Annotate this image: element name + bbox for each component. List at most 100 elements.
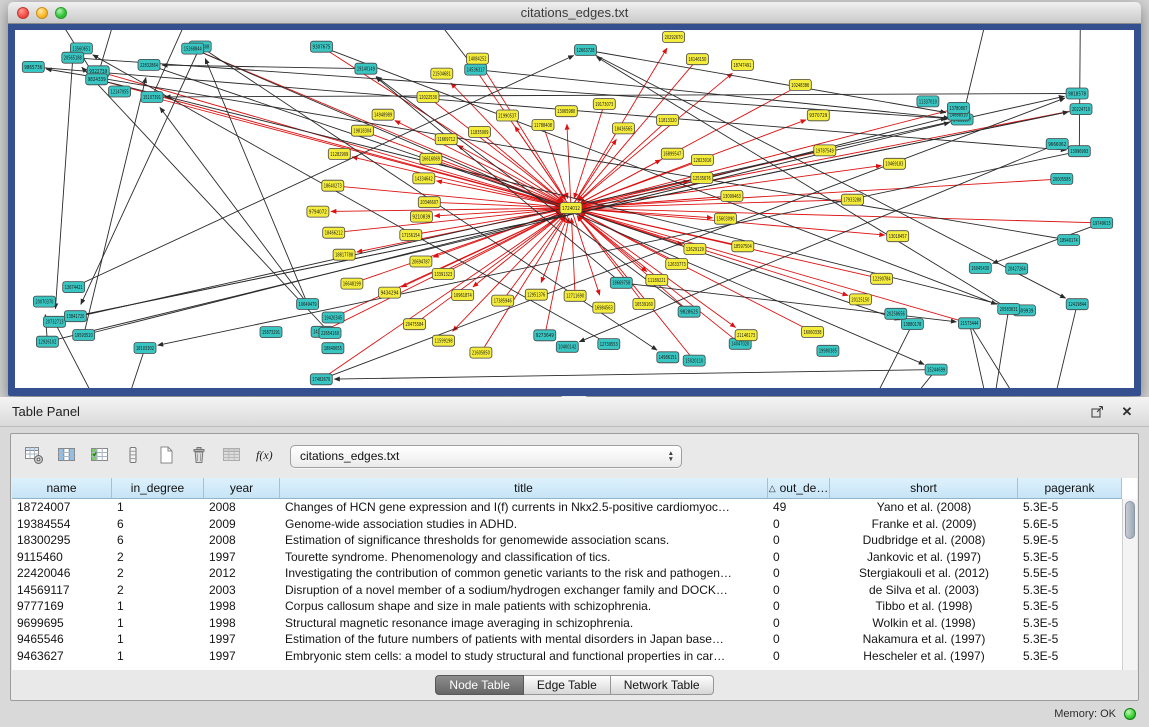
table-row[interactable]: 1872400712008Changes of HCN gene express… bbox=[12, 499, 1122, 516]
graph-node[interactable]: 15244699 bbox=[925, 364, 947, 375]
graph-node[interactable]: 20005585 bbox=[1051, 173, 1073, 184]
graph-node[interactable]: 20258656 bbox=[885, 308, 907, 319]
graph-node[interactable]: 17385946 bbox=[492, 295, 514, 306]
graph-node[interactable]: 15873291 bbox=[260, 327, 282, 338]
new-network-from-table-button[interactable] bbox=[151, 442, 181, 470]
table-row[interactable]: 977716911998Corpus callosum shape and si… bbox=[12, 598, 1122, 615]
graph-node[interactable]: 17156154 bbox=[400, 230, 422, 241]
graph-node[interactable]: 18840655 bbox=[322, 343, 344, 354]
graph-node[interactable]: 22654160 bbox=[319, 328, 341, 339]
graph-node[interactable]: 20475584 bbox=[404, 319, 426, 330]
graph-node[interactable]: 9794072 bbox=[307, 206, 329, 217]
graph-node[interactable]: 12022530 bbox=[417, 92, 439, 103]
graph-node[interactable]: 15268844 bbox=[182, 43, 204, 54]
graph-node[interactable]: 12629129 bbox=[684, 244, 706, 255]
graph-node[interactable]: 14334642 bbox=[413, 173, 435, 184]
graph-node[interactable]: 21146173 bbox=[735, 330, 757, 341]
graph-node[interactable]: 13880178 bbox=[901, 319, 923, 330]
graph-node[interactable]: 13996993 bbox=[1068, 146, 1090, 157]
table-row[interactable]: 911546021997Tourette syndrome. Phenomeno… bbox=[12, 549, 1122, 566]
graph-node[interactable]: 21573444 bbox=[958, 318, 980, 329]
graph-node[interactable]: 13841720 bbox=[64, 311, 86, 322]
graph-node[interactable]: 11788408 bbox=[532, 120, 554, 131]
graph-edge[interactable] bbox=[876, 324, 912, 388]
graph-node[interactable]: 12951376 bbox=[525, 289, 547, 300]
graph-edge[interactable] bbox=[969, 323, 985, 388]
graph-node[interactable]: 13780867 bbox=[947, 102, 969, 113]
graph-node[interactable]: 13099463 bbox=[721, 191, 743, 202]
column-header-short[interactable]: short bbox=[830, 478, 1018, 499]
graph-node[interactable]: 17482670 bbox=[310, 374, 332, 385]
window-titlebar[interactable]: citations_edges.txt bbox=[8, 2, 1141, 24]
graph-node[interactable]: 14084252 bbox=[467, 53, 489, 64]
graph-edge[interactable] bbox=[129, 348, 145, 388]
tab-edge-table[interactable]: Edge Table bbox=[524, 675, 611, 695]
table-row[interactable]: 946362711997Embryonic stem cells: a mode… bbox=[12, 648, 1122, 665]
graph-node[interactable]: 18940174 bbox=[1058, 235, 1080, 246]
graph-node[interactable]: 11282909 bbox=[328, 148, 350, 159]
function-builder-button[interactable]: f(x) bbox=[250, 442, 280, 470]
graph-node[interactable]: 10400142 bbox=[556, 341, 578, 352]
table-options-button[interactable] bbox=[19, 442, 49, 470]
graph-node[interactable]: 21504681 bbox=[431, 68, 453, 79]
graph-node[interactable]: 20427264 bbox=[1006, 263, 1028, 274]
graph-edge[interactable] bbox=[334, 370, 936, 380]
graph-node[interactable]: 9370729 bbox=[807, 110, 829, 121]
graph-node[interactable]: 14536317 bbox=[465, 64, 487, 75]
graph-node[interactable]: 19787549 bbox=[814, 145, 836, 156]
graph-node[interactable]: 15107391 bbox=[141, 92, 163, 103]
graph-node[interactable]: 11337010 bbox=[917, 96, 939, 107]
graph-node[interactable]: 20292670 bbox=[663, 32, 685, 43]
graph-edge[interactable] bbox=[205, 59, 307, 305]
graph-edge[interactable] bbox=[579, 144, 1057, 342]
graph-edge[interactable] bbox=[581, 108, 959, 206]
graph-node[interactable]: 18640273 bbox=[322, 180, 344, 191]
graph-edge[interactable] bbox=[581, 179, 1062, 208]
graph-node[interactable]: 20565188 bbox=[62, 52, 84, 63]
graph-node[interactable]: 11835009 bbox=[469, 126, 491, 137]
graph-node[interactable]: 19593520 bbox=[73, 330, 95, 341]
graph-node[interactable]: 18103302 bbox=[134, 343, 156, 354]
network-graph[interactable]: 1331040898657362283286493227391526884498… bbox=[15, 30, 1134, 388]
table-row[interactable]: 946554611997Estimation of the future num… bbox=[12, 631, 1122, 648]
graph-edge[interactable] bbox=[82, 67, 330, 333]
graph-node[interactable]: 9210839 bbox=[410, 211, 432, 222]
graph-node[interactable]: 11189221 bbox=[646, 274, 668, 285]
graph-node[interactable]: 18597504 bbox=[732, 241, 754, 252]
graph-node[interactable]: 9818578 bbox=[1066, 88, 1088, 99]
graph-node[interactable]: 19140149 bbox=[355, 63, 377, 74]
graph-node[interactable]: 9865736 bbox=[22, 61, 44, 72]
graph-node[interactable]: 19749615 bbox=[1091, 217, 1113, 228]
graph-node[interactable]: 10649479 bbox=[297, 299, 319, 310]
graph-node[interactable]: 19173073 bbox=[593, 99, 615, 110]
graph-node[interactable]: 9824339 bbox=[86, 74, 108, 85]
graph-node[interactable]: 12633773 bbox=[666, 259, 688, 270]
graph-edge[interactable] bbox=[160, 107, 308, 304]
graph-node[interactable]: 19980385 bbox=[817, 345, 839, 356]
graph-node[interactable]: 20070370 bbox=[33, 296, 55, 307]
show-columns-button[interactable] bbox=[52, 442, 82, 470]
column-header-pagerank[interactable]: pagerank bbox=[1018, 478, 1122, 499]
scrollbar-thumb[interactable] bbox=[1125, 501, 1135, 539]
graph-node[interactable]: 12926102 bbox=[36, 336, 58, 347]
graph-node[interactable]: 13065980 bbox=[555, 106, 577, 117]
graph-node[interactable]: 10961874 bbox=[452, 290, 474, 301]
graph-node[interactable]: 11813320 bbox=[657, 115, 679, 126]
graph-edge[interactable] bbox=[1055, 304, 1077, 388]
graph-node[interactable]: 16060338 bbox=[802, 326, 824, 337]
graph-edge[interactable] bbox=[577, 216, 694, 361]
column-header-year[interactable]: year bbox=[204, 478, 280, 499]
graph-node[interactable]: 19818304 bbox=[351, 125, 373, 136]
graph-node[interactable]: 9828625 bbox=[678, 306, 700, 317]
graph-node[interactable]: 12663728 bbox=[575, 45, 597, 56]
table-row[interactable]: 2242004622012Investigating the contribut… bbox=[12, 565, 1122, 582]
graph-node[interactable]: 10469183 bbox=[883, 158, 905, 169]
graph-edge[interactable] bbox=[84, 78, 146, 336]
graph-edge[interactable] bbox=[165, 94, 1077, 97]
graph-node[interactable]: 17933288 bbox=[841, 194, 863, 205]
graph-node[interactable]: 9434294 bbox=[379, 287, 401, 298]
graph-edge[interactable] bbox=[158, 151, 1080, 345]
graph-node[interactable]: 18817788 bbox=[333, 249, 355, 260]
graph-edge[interactable] bbox=[567, 124, 571, 208]
graph-node[interactable]: 21605850 bbox=[470, 347, 492, 358]
